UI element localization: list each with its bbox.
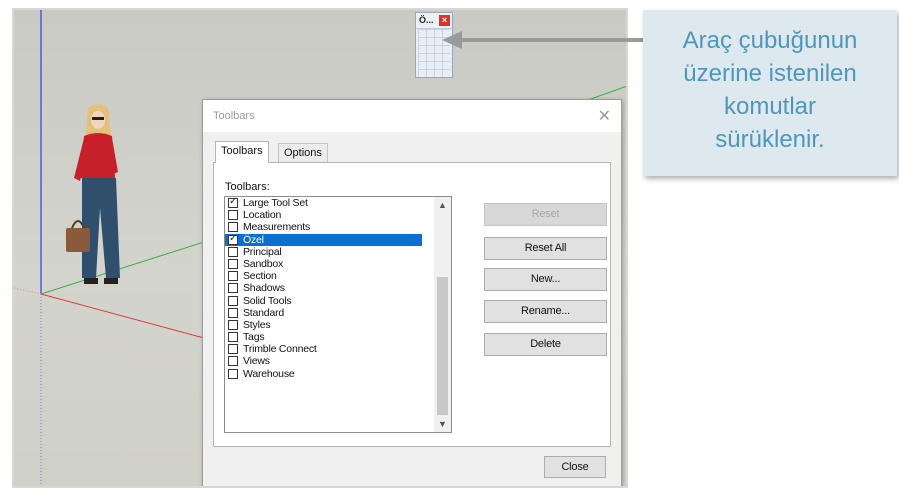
reset-button[interactable]: Reset: [484, 203, 607, 226]
toolbar-item-label: Measurements: [243, 221, 311, 234]
dialog-title: Toolbars: [213, 110, 255, 122]
tab-options[interactable]: Options: [278, 143, 328, 163]
toolbar-list-item[interactable]: Measurements: [225, 221, 451, 233]
scroll-down-icon[interactable]: ▼: [434, 416, 451, 432]
red-axis-dotted: [14, 287, 42, 295]
toolbars-listbox[interactable]: Large Tool SetLocationMeasurementsÖzelPr…: [224, 196, 452, 433]
new-button[interactable]: New...: [484, 268, 607, 291]
toolbar-item-label: Özel: [243, 233, 264, 246]
toolbar-item-label: Shadows: [243, 282, 285, 295]
toolbar-checkbox[interactable]: [228, 332, 238, 343]
toolbar-checkbox[interactable]: [228, 319, 238, 330]
custom-toolbar-title: Ö...: [419, 15, 434, 25]
toolbar-list-item[interactable]: Styles: [225, 319, 451, 331]
toolbar-checkbox[interactable]: [228, 197, 238, 208]
toolbar-list-item[interactable]: Section: [225, 270, 451, 282]
toolbar-checkbox[interactable]: [228, 356, 238, 367]
toolbar-checkbox[interactable]: [228, 368, 238, 379]
toolbar-checkbox[interactable]: [228, 283, 238, 294]
delete-button[interactable]: Delete: [484, 333, 607, 356]
reset-all-button[interactable]: Reset All: [484, 237, 607, 260]
toolbars-list-label: Toolbars:: [225, 181, 270, 193]
toolbar-list-item[interactable]: Warehouse: [225, 368, 451, 380]
arrow-icon: [442, 31, 643, 49]
toolbar-list-item[interactable]: Large Tool Set: [225, 197, 451, 209]
toolbar-checkbox[interactable]: [228, 210, 238, 221]
toolbar-list-item[interactable]: Trimble Connect: [225, 343, 451, 355]
toolbar-item-label: Location: [243, 209, 282, 222]
toolbar-item-label: Sandbox: [243, 257, 284, 270]
toolbar-checkbox[interactable]: [228, 233, 238, 245]
custom-toolbar-close-icon[interactable]: ×: [439, 15, 450, 26]
toolbar-list-item[interactable]: Tags: [225, 331, 451, 343]
toolbar-item-label: Warehouse: [243, 367, 295, 380]
toolbar-list-item[interactable]: Location: [225, 209, 451, 221]
toolbar-item-label: Tags: [243, 331, 265, 344]
toolbar-checkbox[interactable]: [228, 295, 238, 306]
sketchup-screenshot: Ö... × Toolbars ✕ Toolbars Options Toolb…: [12, 8, 628, 488]
toolbar-checkbox[interactable]: [228, 344, 238, 355]
toolbar-list-item[interactable]: Shadows: [225, 282, 451, 294]
close-button[interactable]: Close: [544, 456, 606, 478]
toolbar-item-label: Views: [243, 355, 270, 368]
toolbar-checkbox[interactable]: [228, 307, 238, 318]
toolbar-list-item[interactable]: Standard: [225, 307, 451, 319]
toolbar-item-label: Large Tool Set: [243, 197, 308, 209]
red-axis: [40, 293, 205, 339]
toolbar-list-item[interactable]: Principal: [225, 246, 451, 258]
dialog-titlebar[interactable]: Toolbars ✕: [203, 100, 621, 132]
toolbar-list-item[interactable]: Views: [225, 355, 451, 367]
scrollbar-thumb[interactable]: [437, 277, 448, 415]
scroll-up-icon[interactable]: ▲: [434, 197, 451, 213]
toolbars-dialog: Toolbars ✕ Toolbars Options Toolbars: La…: [202, 99, 622, 486]
toolbar-item-label: Trimble Connect: [243, 343, 317, 356]
callout-text: Araç çubuğunun üzerine istenilen komutla…: [682, 27, 858, 153]
listbox-scrollbar[interactable]: ▲ ▼: [434, 197, 451, 432]
person-figure: [66, 104, 120, 284]
toolbar-item-label: Styles: [243, 318, 271, 331]
toolbar-item-label: Principal: [243, 245, 282, 258]
callout-box: Araç çubuğunun üzerine istenilen komutla…: [643, 10, 897, 176]
toolbar-checkbox[interactable]: [228, 271, 238, 282]
tab-toolbars[interactable]: Toolbars: [215, 141, 269, 163]
toolbar-item-label: Solid Tools: [243, 294, 292, 307]
toolbar-checkbox[interactable]: [228, 246, 238, 257]
toolbar-checkbox[interactable]: [228, 258, 238, 269]
custom-toolbar-titlebar[interactable]: Ö... ×: [416, 13, 452, 29]
toolbar-checkbox[interactable]: [228, 222, 238, 233]
toolbar-item-label: Section: [243, 270, 277, 283]
dialog-close-icon[interactable]: ✕: [598, 106, 611, 126]
toolbar-list-item[interactable]: Özel: [225, 233, 422, 246]
toolbar-item-label: Standard: [243, 306, 285, 319]
rename-button[interactable]: Rename...: [484, 300, 607, 323]
toolbar-list-item[interactable]: Solid Tools: [225, 295, 451, 307]
toolbar-list-item[interactable]: Sandbox: [225, 258, 451, 270]
